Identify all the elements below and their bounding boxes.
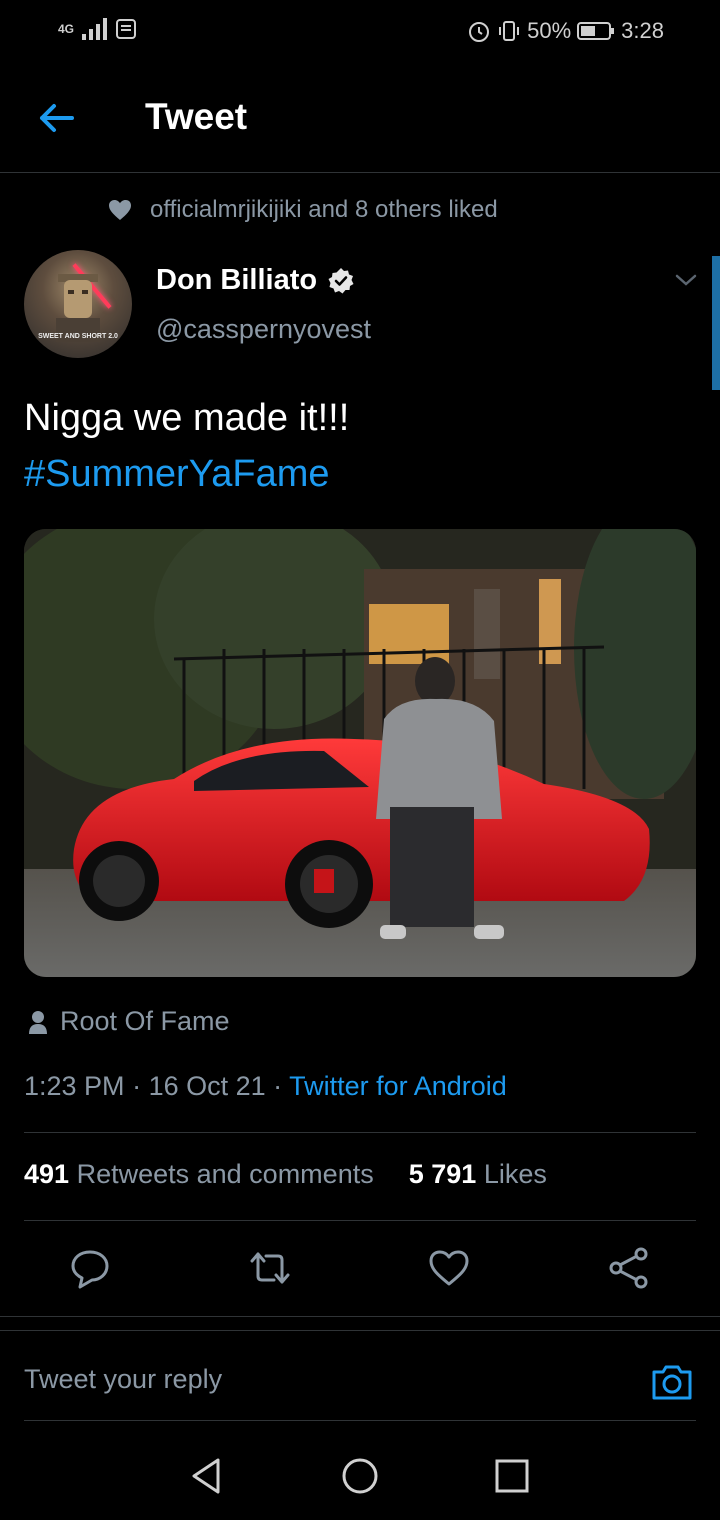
- likes-stat[interactable]: 5 791 Likes: [409, 1159, 547, 1189]
- share-icon[interactable]: [607, 1246, 651, 1290]
- divider: [0, 1330, 720, 1331]
- tweet-time: 1:23 PM: [24, 1071, 125, 1101]
- reply-input[interactable]: Tweet your reply: [24, 1364, 222, 1395]
- nav-home-icon[interactable]: [340, 1456, 380, 1496]
- likes-count: 5 791: [408, 1159, 477, 1189]
- avatar-text: SWEET AND SHORT 2.0: [38, 333, 118, 340]
- page-title: Tweet: [145, 96, 248, 137]
- battery-icon: [577, 22, 615, 40]
- social-context[interactable]: officialmrjikijiki and 8 others liked: [108, 196, 498, 224]
- photo-scene: [24, 529, 696, 977]
- tweet-location[interactable]: Root Of Fame: [28, 1006, 230, 1037]
- tweet-date: 16 Oct 21: [148, 1071, 266, 1101]
- author-name: Don Billiato: [156, 264, 318, 296]
- retweets-stat[interactable]: 491 Retweets and comments: [24, 1159, 374, 1189]
- divider: [24, 1220, 696, 1221]
- location-text: Root Of Fame: [60, 1006, 230, 1036]
- alarm-icon: [469, 22, 490, 42]
- heart-filled-icon: [109, 200, 131, 220]
- person-icon: [29, 1010, 47, 1034]
- divider: [24, 1132, 696, 1133]
- retweet-icon[interactable]: [248, 1246, 292, 1290]
- likes-label: Likes: [483, 1159, 547, 1189]
- signal-icon: [82, 18, 108, 40]
- network-type: 4G: [58, 22, 75, 36]
- nav-back-icon[interactable]: [186, 1456, 226, 1496]
- top-app-bar: Tweet: [0, 60, 720, 173]
- status-right: 50% 3:28: [467, 18, 664, 44]
- hashtag-link[interactable]: #SummerYaFame: [24, 446, 349, 502]
- camera-icon[interactable]: [650, 1360, 694, 1404]
- divider: [0, 1316, 720, 1317]
- tweet-source-link[interactable]: Twitter for Android: [289, 1071, 507, 1101]
- like-heart-icon[interactable]: [427, 1246, 471, 1290]
- avatar[interactable]: SWEET AND SHORT 2.0: [24, 250, 132, 358]
- verified-badge-icon: [328, 267, 354, 293]
- retweets-count: 491: [24, 1159, 70, 1189]
- status-left: 4G: [58, 18, 137, 40]
- retweets-label: Retweets and comments: [76, 1159, 374, 1189]
- chevron-down-icon[interactable]: [672, 266, 700, 294]
- system-nav-bar: [0, 1440, 720, 1520]
- reply-icon[interactable]: [68, 1246, 112, 1290]
- status-bar: 4G 50% 3:28: [0, 0, 720, 60]
- back-arrow-icon[interactable]: [36, 98, 76, 138]
- tweet-stats: 491 Retweets and comments 5 791 Likes: [24, 1159, 547, 1190]
- vibrate-icon: [499, 21, 520, 41]
- clock: 3:28: [621, 18, 664, 43]
- tweet-media-photo[interactable]: [24, 529, 696, 977]
- tweet-actions: [0, 1246, 720, 1292]
- tweet-body: Nigga we made it!!!: [24, 397, 350, 439]
- battery-percent: 50%: [527, 18, 572, 43]
- social-context-text: officialmrjikijiki and 8 others liked: [150, 196, 498, 223]
- author-handle[interactable]: @casspernyovest: [156, 314, 371, 345]
- tweet-metadata: 1:23 PM · 16 Oct 21 · Twitter for Androi…: [24, 1071, 507, 1101]
- notification-icon: [116, 19, 137, 39]
- author-name-row[interactable]: Don Billiato: [156, 264, 355, 297]
- divider: [24, 1420, 696, 1421]
- tweet-text: Nigga we made it!!! #SummerYaFame: [24, 390, 349, 502]
- scroll-indicator: [712, 256, 720, 390]
- nav-recents-icon[interactable]: [492, 1456, 532, 1496]
- avatar-figure: [56, 274, 100, 342]
